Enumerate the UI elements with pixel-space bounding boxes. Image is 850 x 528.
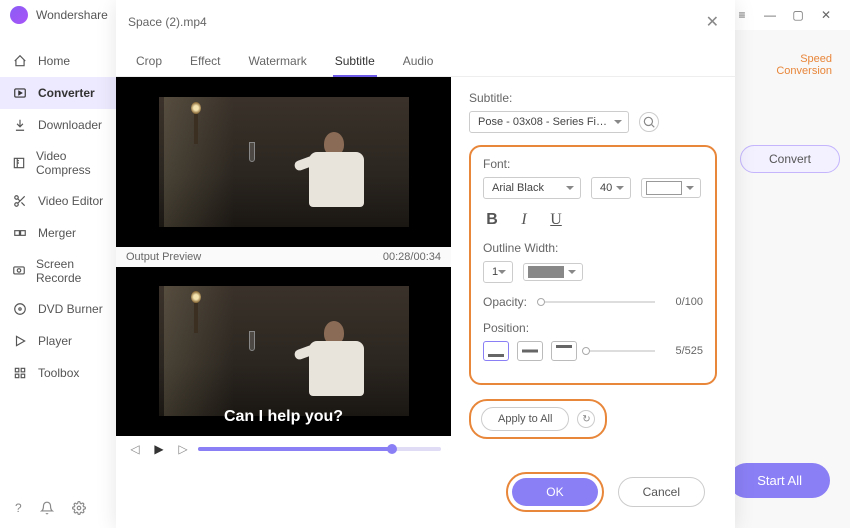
tab-subtitle[interactable]: Subtitle [333, 48, 377, 76]
play-button-icon[interactable]: ▶ [150, 442, 168, 456]
preview-column: Output Preview 00:28/00:34 Can I help yo… [116, 77, 451, 462]
sidebar-label: Home [38, 54, 70, 68]
maximize-icon[interactable]: ▢ [784, 1, 812, 29]
sidebar-item-compressor[interactable]: Video Compress [0, 141, 117, 185]
subtitle-overlay: Can I help you? [116, 408, 451, 426]
subtitle-select[interactable]: Pose - 03x08 - Series Finale Part 2.WE [469, 111, 629, 133]
sidebar-item-player[interactable]: Player [0, 325, 117, 357]
search-subtitle-icon[interactable] [639, 112, 659, 132]
position-slider[interactable] [585, 350, 655, 352]
sidebar-label: Converter [38, 86, 95, 100]
output-preview-label: Output Preview [126, 251, 201, 263]
tab-watermark[interactable]: Watermark [246, 48, 308, 76]
compress-icon [12, 155, 26, 171]
sidebar-label: Downloader [38, 118, 102, 132]
next-icon[interactable]: ▷ [174, 442, 192, 456]
progress-bar[interactable] [198, 447, 441, 451]
apply-all-button[interactable]: Apply to All [481, 407, 569, 431]
download-icon [12, 117, 28, 133]
editor-modal: Space (2).mp4 ✕ Crop Effect Watermark Su… [116, 0, 735, 528]
font-family-select[interactable]: Arial Black [483, 177, 581, 199]
sidebar-item-editor[interactable]: Video Editor [0, 185, 117, 217]
sidebar-item-downloader[interactable]: Downloader [0, 109, 117, 141]
subtitle-label: Subtitle: [469, 91, 717, 105]
home-icon [12, 53, 28, 69]
outline-width-select[interactable]: 1 [483, 261, 513, 283]
app-logo-icon [10, 6, 28, 24]
modal-footer: OK Cancel [116, 462, 735, 528]
close-window-icon[interactable]: ✕ [812, 1, 840, 29]
record-icon [12, 263, 26, 279]
right-panel: Speed Conversion Convert [740, 45, 840, 173]
disc-icon [12, 301, 28, 317]
convert-button[interactable]: Convert [740, 145, 840, 173]
sidebar-label: Merger [38, 226, 76, 240]
sidebar-item-converter[interactable]: Converter [0, 77, 117, 109]
sidebar: Home Converter Downloader Video Compress… [0, 30, 118, 528]
sidebar-label: Toolbox [38, 366, 79, 380]
font-label: Font: [483, 157, 703, 171]
cancel-button[interactable]: Cancel [618, 477, 705, 507]
outline-color-select[interactable] [523, 263, 583, 281]
tab-crop[interactable]: Crop [134, 48, 164, 76]
close-icon[interactable]: ✕ [702, 8, 723, 36]
underline-button[interactable]: U [547, 211, 565, 229]
font-settings-group: Font: Arial Black 40 B I U Outline Width… [469, 145, 717, 385]
position-bottom-button[interactable] [483, 341, 509, 361]
play-icon [12, 333, 28, 349]
time-display: 00:28/00:34 [383, 251, 441, 263]
sidebar-label: Screen Recorde [36, 257, 105, 285]
sidebar-item-merger[interactable]: Merger [0, 217, 117, 249]
format-buttons: B I U [483, 211, 703, 229]
start-all-button[interactable]: Start All [729, 463, 830, 498]
apply-all-group: Apply to All ↻ [469, 399, 607, 439]
bold-button[interactable]: B [483, 211, 501, 229]
output-label-bar: Output Preview 00:28/00:34 [116, 247, 451, 267]
bell-icon[interactable] [40, 501, 54, 518]
position-top-button[interactable] [551, 341, 577, 361]
sidebar-label: Player [38, 334, 72, 348]
position-label: Position: [483, 321, 703, 335]
ok-button[interactable]: OK [512, 478, 597, 506]
modal-header: Space (2).mp4 ✕ [116, 0, 735, 44]
merge-icon [12, 225, 28, 241]
opacity-value: 0/100 [663, 296, 703, 308]
subtitle-settings: Subtitle: Pose - 03x08 - Series Finale P… [451, 77, 735, 462]
original-preview [116, 77, 451, 247]
speed-conversion-link[interactable]: Speed Conversion [740, 45, 840, 85]
sidebar-label: DVD Burner [38, 302, 103, 316]
tab-audio[interactable]: Audio [401, 48, 436, 76]
converter-icon [12, 85, 28, 101]
footer-icons: ? [15, 501, 86, 518]
opacity-slider[interactable] [539, 301, 655, 303]
minimize-icon[interactable]: — [756, 1, 784, 29]
player-controls: ◁ ▶ ▷ [116, 436, 451, 462]
font-color-select[interactable] [641, 178, 701, 198]
position-middle-button[interactable] [517, 341, 543, 361]
reset-icon[interactable]: ↻ [577, 410, 595, 428]
app-name: Wondershare [36, 8, 108, 22]
sidebar-item-recorder[interactable]: Screen Recorde [0, 249, 117, 293]
position-value: 5/525 [663, 345, 703, 357]
sidebar-label: Video Editor [38, 194, 103, 208]
help-icon[interactable]: ? [15, 501, 22, 518]
scissors-icon [12, 193, 28, 209]
settings-icon[interactable] [72, 501, 86, 518]
opacity-label: Opacity: [483, 295, 531, 309]
tab-effect[interactable]: Effect [188, 48, 222, 76]
sidebar-item-toolbox[interactable]: Toolbox [0, 357, 117, 389]
output-preview: Can I help you? [116, 267, 451, 437]
prev-icon[interactable]: ◁ [126, 442, 144, 456]
sidebar-item-home[interactable]: Home [0, 45, 117, 77]
modal-title: Space (2).mp4 [128, 15, 207, 29]
sidebar-label: Video Compress [36, 149, 105, 177]
grid-icon [12, 365, 28, 381]
editor-tabs: Crop Effect Watermark Subtitle Audio [116, 44, 735, 77]
sidebar-item-dvd[interactable]: DVD Burner [0, 293, 117, 325]
font-size-select[interactable]: 40 [591, 177, 631, 199]
italic-button[interactable]: I [515, 211, 533, 229]
outline-label: Outline Width: [483, 241, 703, 255]
